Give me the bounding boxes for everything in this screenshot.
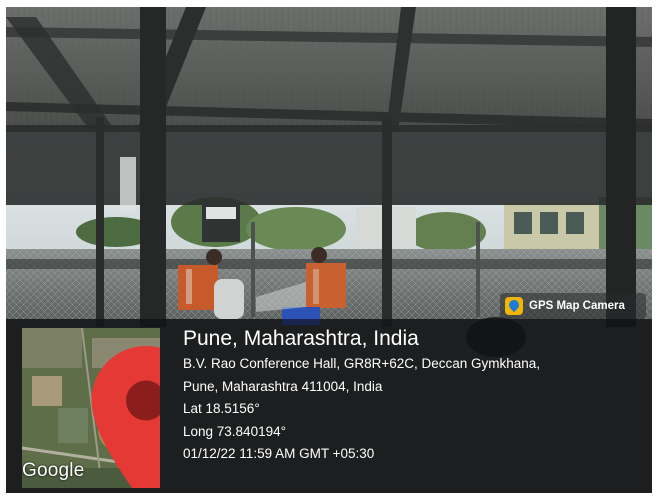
location-pin-icon [91, 346, 160, 488]
gps-map-camera-icon [505, 297, 523, 315]
latitude: Lat 18.5156° [183, 401, 260, 416]
address-line-1: B.V. Rao Conference Hall, GR8R+62C, Decc… [183, 356, 541, 371]
city-heading: Pune, Maharashtra, India [183, 327, 419, 350]
mini-map: Google [22, 328, 160, 488]
photo-frame: GPS Map Camera Google Pune, Maharashtra,… [6, 7, 652, 493]
longitude: Long 73.840194° [183, 423, 286, 439]
google-logo: Google [22, 460, 85, 481]
gps-map-camera-badge: GPS Map Camera [500, 293, 646, 319]
location-info-panel: Google Pune, Maharashtra, India B.V. Rao… [6, 319, 652, 493]
timestamp: 01/12/22 11:59 AM GMT +05:30 [183, 446, 375, 461]
address-line-2: Pune, Maharashtra 411004, India [183, 378, 383, 394]
gps-badge-label: GPS Map Camera [529, 300, 625, 312]
location-details: Pune, Maharashtra, India B.V. Rao Confer… [183, 325, 540, 466]
